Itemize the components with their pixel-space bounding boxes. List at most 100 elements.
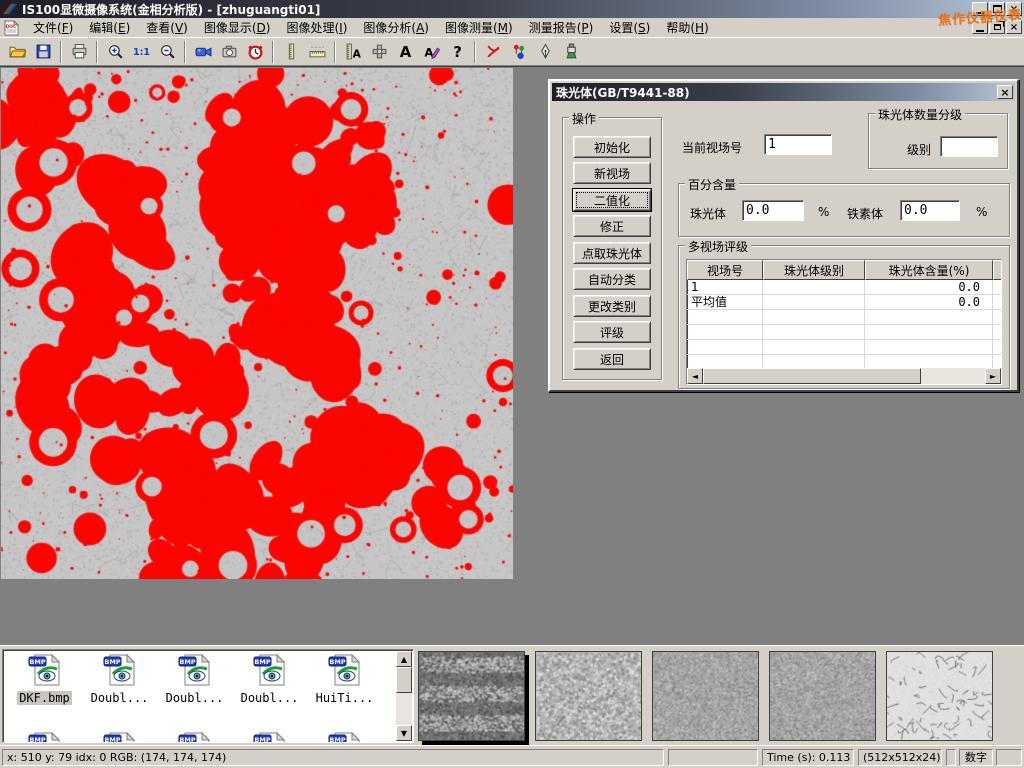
table-cell [687,310,763,324]
svg-text:BMP: BMP [254,658,270,666]
status-mode: 数字 [959,749,993,766]
help-icon[interactable]: ? [444,40,470,64]
micrograph-image[interactable] [1,68,513,579]
pearlite-percent-input[interactable] [742,200,804,221]
op-button-6[interactable]: 自动分类 [573,268,651,290]
thumbnail-3[interactable] [652,651,759,741]
caliper-icon[interactable] [278,40,304,64]
ferrite-percent-input[interactable] [900,200,960,221]
actual-size-icon[interactable]: 1:1 [128,40,154,64]
file-item-2[interactable]: BMPDoubl... [82,653,157,705]
table-cell [865,355,993,369]
annotate-icon[interactable]: A [418,40,444,64]
vscroll-thumb[interactable] [396,667,412,693]
svg-text:1:1: 1:1 [133,47,150,58]
file-row-partial: BMP BMP BMP BMP BMP [7,731,382,743]
file-item-3[interactable]: BMPDoubl... [157,653,232,705]
calibration-icon[interactable]: A [340,40,366,64]
op-button-2[interactable]: 新视场 [573,162,651,184]
menu-item-7[interactable]: 图像测量(M) [437,17,521,38]
text-label-icon[interactable]: A [392,40,418,64]
dialog-close-icon[interactable]: × [997,85,1013,99]
table-cell [763,355,865,369]
svg-text:A: A [399,43,411,60]
file-item-partial[interactable]: BMP [157,731,232,743]
file-item-5[interactable]: BMPHuiTi... [307,653,382,705]
file-item-1[interactable]: BMPDKF.bmp [7,653,82,705]
dialog-title-bar[interactable]: 珠光体(GB/T9441-88) [552,83,1015,101]
file-item-partial[interactable]: BMP [7,731,82,743]
grid-tool-icon[interactable] [366,40,392,64]
table-row[interactable] [687,325,1001,340]
op-button-1[interactable]: 初始化 [573,136,651,158]
zoom-in-icon[interactable] [102,40,128,64]
table-cell [763,295,865,309]
table-hscrollbar[interactable]: ◄ ► [687,368,1001,384]
brush-tool-icon[interactable] [558,40,584,64]
table-row[interactable]: 10.0 [687,280,1001,295]
table-cell: 0.0 [865,295,993,309]
rating-table-body: 10.0平均值0.0 [687,280,1001,370]
svg-text:BMP: BMP [104,736,120,743]
scroll-right-icon[interactable]: ► [985,368,1001,384]
zoom-out-icon[interactable] [154,40,180,64]
bmp-file-icon: BMP [178,653,212,690]
op-button-9[interactable]: 返回 [573,348,651,370]
thumbnail-4[interactable] [769,651,876,741]
file-vscrollbar[interactable]: ▲ ▼ [396,651,412,741]
rating-group-label: 多视场评级 [685,238,751,255]
dialog-title: 珠光体(GB/T9441-88) [556,84,690,101]
file-item-partial[interactable]: BMP [232,731,307,743]
menu-item-9[interactable]: 设置(S) [601,17,658,38]
svg-text:BMP: BMP [254,736,270,743]
save-icon[interactable] [30,40,56,64]
menu-item-8[interactable]: 测量报告(P) [521,17,602,38]
table-cell [993,310,1002,324]
bmp-file-icon: BMP [253,653,287,690]
thumbnail-5[interactable] [886,651,993,741]
pen-tool-icon[interactable] [532,40,558,64]
curve-tool-icon[interactable] [480,40,506,64]
grade-level-input[interactable] [940,136,998,157]
file-item-partial[interactable]: BMP [307,731,382,743]
color-points-icon[interactable] [506,40,532,64]
file-panel: BMPDKF.bmpBMPDoubl...BMPDoubl...BMPDoubl… [0,645,1024,745]
video-camera-icon[interactable] [190,40,216,64]
menu-item-6[interactable]: 图像分析(A) [355,17,437,38]
current-field-label: 当前视场号 [682,139,742,156]
op-button-3[interactable]: 二值化 [573,189,651,211]
print-icon[interactable] [66,40,92,64]
op-button-8[interactable]: 评级 [573,321,651,343]
scroll-up-icon[interactable]: ▲ [396,651,412,667]
op-button-5[interactable]: 点取珠光体 [573,242,651,264]
op-button-7[interactable]: 更改类别 [573,295,651,317]
menu-item-10[interactable]: 帮助(H) [658,17,716,38]
thumbnail-1[interactable] [418,651,525,741]
menu-item-4[interactable]: 图像显示(D) [196,17,279,38]
table-row[interactable] [687,310,1001,325]
hscroll-track[interactable] [703,368,985,384]
menu-items: 文件(F)编辑(E)查看(V)图像显示(D)图像处理(I)图像分析(A)图像测量… [25,17,717,38]
thumbnail-2[interactable] [535,651,642,741]
capture-camera-icon[interactable] [216,40,242,64]
svg-text:?: ? [453,43,462,60]
rating-table-header: 视场号珠光体级别珠光体含量(%)铁素体含量(%) [687,260,1001,280]
file-item-4[interactable]: BMP Doubl... [232,653,307,705]
file-item-partial[interactable]: BMP [82,731,157,743]
hscroll-thumb[interactable] [703,368,921,384]
file-name: Doubl... [239,691,301,705]
scroll-down-icon[interactable]: ▼ [396,725,412,741]
ruler-icon[interactable] [304,40,330,64]
op-button-4[interactable]: 修正 [573,215,651,237]
menu-item-3[interactable]: 查看(V) [138,17,196,38]
table-row[interactable] [687,340,1001,355]
timer-clock-icon[interactable] [242,40,268,64]
table-row[interactable]: 平均值0.0 [687,295,1001,310]
document-icon: DOC [4,20,19,36]
open-folder-icon[interactable] [4,40,30,64]
menu-item-2[interactable]: 编辑(E) [81,17,138,38]
current-field-input[interactable] [764,134,832,155]
menu-item-5[interactable]: 图像处理(I) [278,17,355,38]
scroll-left-icon[interactable]: ◄ [687,368,703,384]
menu-item-1[interactable]: 文件(F) [25,17,81,38]
